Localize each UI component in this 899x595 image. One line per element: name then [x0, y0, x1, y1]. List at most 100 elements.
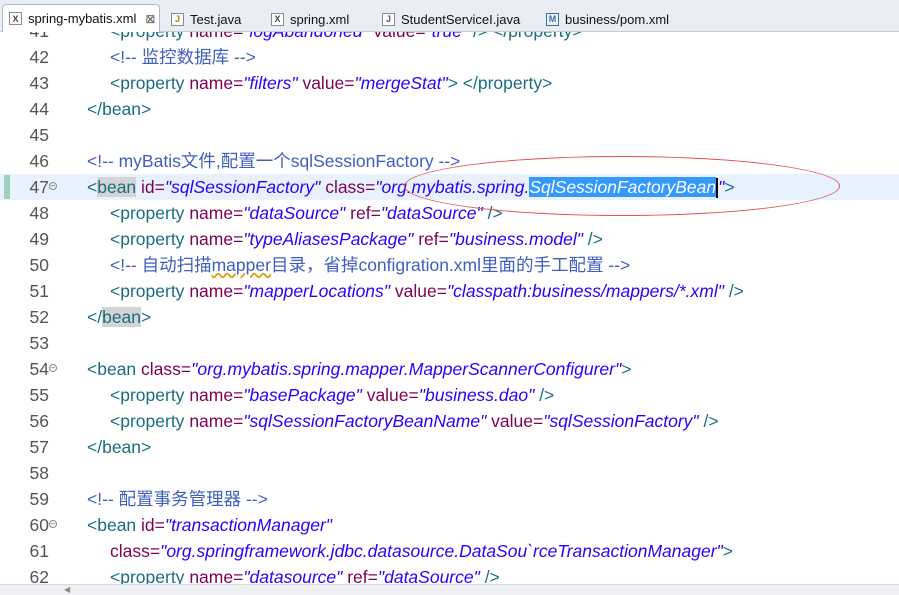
xml-code-editor[interactable]: 41<property name="logAbandoned" value="t… [0, 32, 899, 594]
code-token: </ [87, 307, 103, 327]
fold-toggle-icon[interactable]: − [49, 182, 57, 190]
code-token: < [110, 203, 121, 223]
code-line[interactable]: 59 <!-- 配置事务管理器 --> [0, 486, 899, 512]
line-number: 52 [29, 307, 49, 327]
code-token: property [120, 32, 184, 41]
tab-studentservicei-java[interactable]: J StudentServiceI.java [376, 7, 536, 31]
code-line[interactable]: 49 <property name="typeAliasesPackage" re… [0, 226, 899, 252]
code-token: property [120, 73, 185, 93]
code-line[interactable]: 50 <!-- 自动扫描mapper目录，省掉configration.xml里面… [0, 252, 899, 278]
code-token: > [141, 99, 152, 119]
code-line[interactable]: 55 <property name="basePackage" value="bu… [0, 382, 899, 408]
code-token: "mapperLocations" [243, 281, 391, 301]
code-token: bean [102, 307, 142, 327]
code-text: <property name="dataSource" ref="dataSou… [110, 200, 503, 226]
code-token: = [436, 281, 447, 301]
line-number: 56 [29, 411, 49, 431]
scroll-left-arrow-icon[interactable]: ◀ [64, 585, 70, 594]
code-line[interactable]: 46 <!-- myBatis文件,配置一个sqlSessionFactory -… [0, 148, 899, 174]
fold-toggle-icon[interactable]: − [49, 364, 57, 372]
code-token: value [394, 281, 437, 301]
code-token: value [366, 385, 409, 405]
code-text: <property name="logAbandoned" value="tru… [110, 32, 583, 44]
line-number: 42 [29, 47, 49, 67]
code-line[interactable]: 52 </bean> [0, 304, 899, 330]
code-token: "org.mybatis.spring.mapper.MapperScanner… [191, 359, 622, 379]
code-token: ref [418, 229, 439, 249]
code-token: /> [698, 411, 719, 431]
code-token: < [110, 411, 121, 431]
fold-toggle-icon[interactable]: − [49, 520, 57, 528]
code-token: property [120, 281, 185, 301]
line-number: 61 [29, 541, 49, 561]
code-line[interactable]: 48 <property name="dataSource" ref="dataS… [0, 200, 899, 226]
code-token: = [233, 281, 244, 301]
code-line[interactable]: 43 <property name="filters" value="mergeS… [0, 70, 899, 96]
code-token: "transactionManager" [164, 515, 333, 535]
code-token: > [141, 437, 152, 457]
tab-label: Test.java [190, 11, 242, 27]
code-token: /> [723, 281, 744, 301]
code-text: <bean class="org.mybatis.spring.mapper.M… [87, 356, 631, 382]
code-token: name [189, 203, 234, 223]
code-line[interactable]: 54− <bean class="org.mybatis.spring.mappe… [0, 356, 899, 382]
code-token: = [154, 177, 165, 197]
code-token: /> [582, 229, 603, 249]
code-token: = [233, 73, 244, 93]
code-line[interactable]: 60− <bean id="transactionManager" [0, 512, 899, 538]
code-line[interactable]: 47− <bean id="sqlSessionFactory" class="o… [0, 174, 899, 200]
code-token: > [722, 541, 733, 561]
code-text: <!-- myBatis文件,配置一个sqlSessionFactory --> [87, 148, 460, 174]
code-line[interactable]: 58 [0, 460, 899, 486]
line-number: 45 [29, 125, 49, 145]
code-token: "business.dao" [418, 385, 535, 405]
code-line[interactable]: 45 [0, 122, 899, 148]
code-token: 目录，省掉configration.xml里面的手工配置 --> [270, 255, 631, 275]
line-number: 57 [29, 437, 49, 457]
tab-business-pom-xml[interactable]: M business/pom.xml [540, 7, 700, 31]
code-line[interactable]: 41<property name="logAbandoned" value="t… [0, 32, 899, 44]
code-token: "basePackage" [243, 385, 362, 405]
code-token: = [233, 32, 243, 41]
code-token: < [87, 177, 98, 197]
tab-spring-xml[interactable]: X spring.xml [265, 7, 373, 31]
code-token: "sqlSessionFactoryBeanName" [243, 411, 487, 431]
code-token: < [110, 229, 121, 249]
close-icon[interactable]: ⊠ [145, 12, 155, 26]
horizontal-scrollbar[interactable] [0, 584, 899, 595]
code-token: = [233, 411, 244, 431]
code-token: name [189, 385, 234, 405]
code-text: <property name="mapperLocations" value="… [110, 278, 744, 304]
code-line[interactable]: 51 <property name="mapperLocations" value… [0, 278, 899, 304]
code-line[interactable]: 57 </bean> [0, 434, 899, 460]
code-token: bean [102, 437, 142, 457]
code-token: < [87, 515, 98, 535]
code-line[interactable]: 42 <!-- 监控数据库 --> [0, 44, 899, 70]
code-token: </ [87, 99, 103, 119]
line-number: 48 [29, 203, 49, 223]
code-text: <property name="sqlSessionFactoryBeanNam… [110, 408, 719, 434]
code-line[interactable]: 56 <property name="sqlSessionFactoryBeanN… [0, 408, 899, 434]
code-line[interactable]: 61 class="org.springframework.jdbc.dataso… [0, 538, 899, 564]
code-token: <!-- 自动扫描 [110, 255, 212, 275]
code-token: < [110, 32, 120, 41]
line-number: 55 [29, 385, 49, 405]
code-text: </bean> [87, 434, 151, 460]
code-text: <property name="filters" value="mergeSta… [110, 70, 552, 96]
code-line[interactable]: 53 [0, 330, 899, 356]
tab-spring-mybatis-xml[interactable]: X spring-mybatis.xml ⊠ [2, 4, 160, 32]
code-token: > [724, 177, 735, 197]
code-token: = [149, 541, 161, 561]
code-token: = [408, 385, 419, 405]
line-number: 44 [29, 99, 49, 119]
code-token: "org.springframework.jdbc.datasource.Dat… [160, 541, 723, 561]
code-token: "dataSource" [380, 203, 483, 223]
code-token: = [415, 32, 425, 41]
code-token: > [621, 359, 632, 379]
code-line[interactable]: 44 </bean> [0, 96, 899, 122]
code-token: < [110, 73, 121, 93]
tab-test-java[interactable]: J Test.java [165, 7, 265, 31]
code-token: = [533, 411, 544, 431]
code-text: <bean id="transactionManager" [87, 512, 332, 538]
code-text: <property name="basePackage" value="busi… [110, 382, 554, 408]
